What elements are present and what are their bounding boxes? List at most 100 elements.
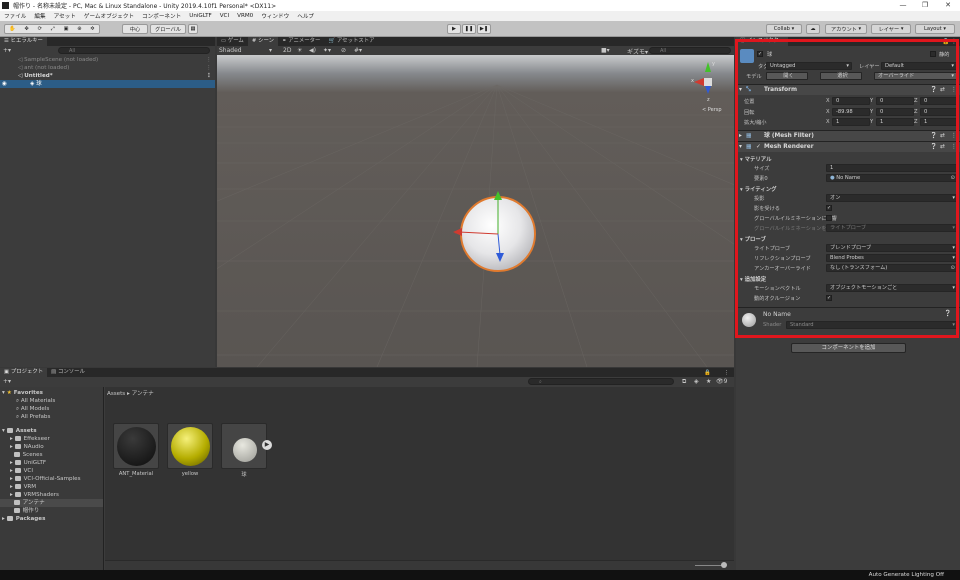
scene-viewport[interactable]: y x z < Persp xyxy=(217,55,734,367)
tab-game[interactable]: ▭ ゲーム xyxy=(217,37,248,46)
motion-vectors-dropdown[interactable]: オブジェクトモーションごと ▾ xyxy=(826,284,958,292)
tab-asset-store[interactable]: 🛒 アセットストア xyxy=(324,37,378,46)
project-add-button[interactable]: +▾ xyxy=(3,378,11,385)
select-model-button[interactable]: 選択 xyxy=(820,72,862,80)
panel-menu-icon[interactable]: ⋮ xyxy=(951,38,957,45)
preset-icon[interactable]: ⇄ xyxy=(940,142,945,152)
asset-thumb-yellow[interactable] xyxy=(167,423,213,469)
mesh-renderer-header[interactable]: ▾ ▦ ✓ Mesh Renderer ❔ ⇄ ⋮ xyxy=(736,141,960,152)
menu-help[interactable]: ヘルプ xyxy=(297,12,314,20)
add-component-button[interactable]: コンポーネントを追加 xyxy=(791,343,906,353)
transform-header[interactable]: ▾ ⤡ Transform ❔ ⇄ ⋮ xyxy=(736,84,960,95)
position-x-field[interactable]: 0 xyxy=(832,97,870,105)
zoom-slider-handle[interactable] xyxy=(721,562,727,568)
space-toggle[interactable]: グローバル xyxy=(150,24,186,34)
scale-z-field[interactable]: 1 xyxy=(920,118,958,126)
tab-project[interactable]: ▣ プロジェクト xyxy=(0,368,48,377)
active-checkbox[interactable]: ✓ xyxy=(757,51,763,57)
tag-dropdown[interactable]: Untagged ▾ xyxy=(766,62,852,70)
help-icon[interactable]: ❔ xyxy=(930,142,937,152)
rotation-z-field[interactable]: 0 xyxy=(920,108,958,116)
rotation-y-field[interactable]: 0 xyxy=(876,108,914,116)
cloud-icon[interactable]: ☁ xyxy=(806,24,820,34)
layer-dropdown[interactable]: Default ▾ xyxy=(881,62,957,70)
panel-menu-icon[interactable]: ⋮ xyxy=(724,370,729,376)
reflection-probes-dropdown[interactable]: Blend Probes ▾ xyxy=(826,254,958,262)
filter-label-icon[interactable]: ◈ xyxy=(694,378,699,385)
rotation-x-field[interactable]: -89.98 xyxy=(832,108,870,116)
dynamic-occlusion-checkbox[interactable]: ✓ xyxy=(826,295,832,301)
help-icon[interactable]: ❔ xyxy=(944,310,951,317)
menu-file[interactable]: ファイル xyxy=(4,12,26,20)
object-picker-icon[interactable]: ⊙ xyxy=(951,175,955,181)
project-search-input[interactable]: ⌕ xyxy=(528,378,674,385)
asset-thumb-sphere[interactable] xyxy=(221,423,267,469)
visibility-eye-icon[interactable]: ◉ xyxy=(2,80,7,88)
renderer-enabled-checkbox[interactable]: ✓ xyxy=(756,142,761,152)
additional-settings-section[interactable]: ▾ 追加設定 xyxy=(740,275,766,283)
cast-shadows-dropdown[interactable]: オン ▾ xyxy=(826,194,958,202)
step-button[interactable]: ▶❚ xyxy=(477,24,491,34)
preset-icon[interactable]: ⇄ xyxy=(940,85,945,95)
hierarchy-item-sphere[interactable]: ◉ ◈ 球 xyxy=(0,80,215,88)
anchor-override-field[interactable]: なし (トランスフォーム) ⊙ xyxy=(826,264,958,272)
folder-boushi[interactable]: 帽作り xyxy=(10,507,39,515)
layers-dropdown[interactable]: レイヤー ▾ xyxy=(871,24,911,34)
hierarchy-item-samplescene[interactable]: ◁ SampleScene (not loaded) ⋮ xyxy=(0,56,215,64)
overrides-dropdown[interactable]: オーバーライド ▾ xyxy=(874,72,957,80)
menu-window[interactable]: ウィンドウ xyxy=(261,12,289,20)
scale-x-field[interactable]: 1 xyxy=(832,118,870,126)
custom-tool-icon[interactable]: ✲ xyxy=(90,26,94,32)
position-y-field[interactable]: 0 xyxy=(876,97,914,105)
asset-thumb-ant-material[interactable] xyxy=(113,423,159,469)
favorites-header[interactable]: ▾ ★ Favorites xyxy=(2,389,43,397)
account-dropdown[interactable]: アカウント ▾ xyxy=(825,24,867,34)
grid-snap-icon[interactable]: ▦ xyxy=(188,24,198,34)
menu-unigltf[interactable]: UniGLTF xyxy=(189,13,212,19)
breadcrumb-antenna[interactable]: アンテナ xyxy=(132,391,154,397)
menu-vrm0[interactable]: VRM0 xyxy=(237,13,253,19)
folder-scenes[interactable]: Scenes xyxy=(10,451,43,459)
item-menu-icon[interactable]: ⋮ xyxy=(206,64,212,72)
favorite-all-prefabs[interactable]: ⌕ All Prefabs xyxy=(16,413,50,421)
filter-type-icon[interactable]: ⧉ xyxy=(682,378,686,386)
tab-animator[interactable]: ⚭ アニメーター xyxy=(278,37,324,46)
component-menu-icon[interactable]: ⋮ xyxy=(951,131,957,141)
collab-button[interactable]: Collab ▾ xyxy=(766,24,802,34)
probes-section[interactable]: ▾ プローブ xyxy=(740,235,766,243)
object-picker-icon[interactable]: ⊙ xyxy=(951,265,955,271)
component-menu-icon[interactable]: ⋮ xyxy=(951,142,957,152)
open-model-button[interactable]: 開く xyxy=(766,72,808,80)
layout-dropdown[interactable]: Layout ▾ xyxy=(915,24,955,34)
close-button[interactable]: ✕ xyxy=(937,0,959,11)
scale-y-field[interactable]: 1 xyxy=(876,118,914,126)
scale-tool-icon[interactable]: ⤢ xyxy=(51,26,55,33)
pause-button[interactable]: ❚❚ xyxy=(462,24,476,34)
receive-shadows-checkbox[interactable]: ✓ xyxy=(826,205,832,211)
folder-vrmshaders[interactable]: ▸ VRMShaders xyxy=(10,491,59,499)
menu-assets[interactable]: アセット xyxy=(54,12,76,20)
lock-icon[interactable]: 🔒 xyxy=(942,38,949,45)
play-button[interactable]: ▶ xyxy=(447,24,461,34)
lighting-section[interactable]: ▾ ライティング xyxy=(740,185,777,193)
light-probes-dropdown[interactable]: ブレンドプローブ ▾ xyxy=(826,244,958,252)
tab-inspector[interactable]: ⓘ インスペクター xyxy=(736,37,789,46)
folder-vci[interactable]: ▸ VCI xyxy=(10,467,33,475)
help-icon[interactable]: ❔ xyxy=(930,131,937,141)
move-tool-icon[interactable]: ✥ xyxy=(25,26,29,32)
static-checkbox[interactable] xyxy=(930,51,936,57)
persp-label[interactable]: < Persp xyxy=(702,107,722,113)
object-name-field[interactable]: 球 xyxy=(767,51,772,58)
expand-prefab-arrow-icon[interactable]: ▶ xyxy=(262,440,272,450)
mesh-filter-header[interactable]: ▸ ▦ 球 (Mesh Filter) ❔ ⇄ ⋮ xyxy=(736,130,960,141)
hierarchy-search-input[interactable]: All xyxy=(58,47,210,54)
grid-dropdown-icon[interactable]: #▾ xyxy=(354,47,362,54)
hidden-count[interactable]: 👁9 xyxy=(716,378,727,385)
component-menu-icon[interactable]: ⋮ xyxy=(951,85,957,95)
rotate-tool-icon[interactable]: ⟳ xyxy=(38,26,42,32)
menu-gameobject[interactable]: ゲームオブジェクト xyxy=(84,12,134,20)
packages-root[interactable]: ▸ Packages xyxy=(2,515,45,523)
shader-dropdown[interactable]: Standard ▾ xyxy=(786,321,958,329)
tab-hierarchy[interactable]: ☰ ヒエラルキー xyxy=(0,37,47,46)
shading-mode-dropdown[interactable]: Shaded xyxy=(219,47,242,54)
